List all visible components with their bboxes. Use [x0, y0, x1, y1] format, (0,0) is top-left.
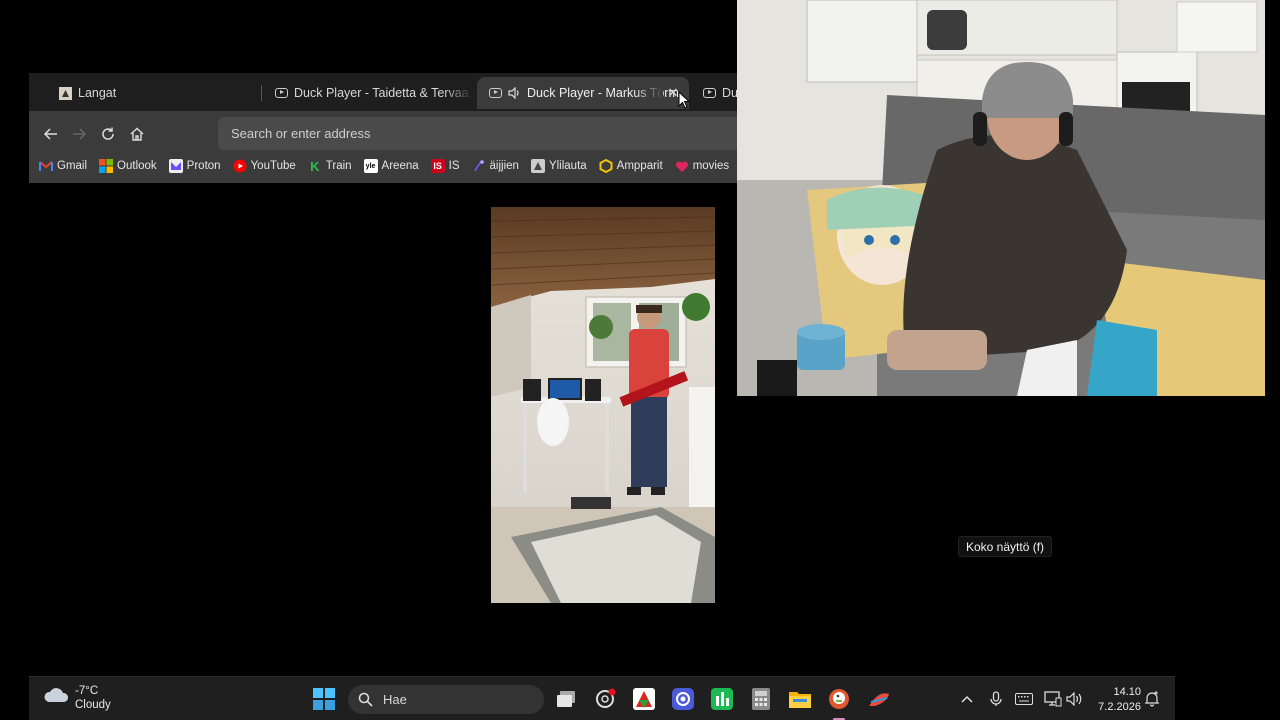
address-placeholder: Search or enter address [231, 126, 371, 141]
areena-icon: yle [363, 159, 378, 173]
is-icon: IS [430, 159, 445, 173]
youtube-icon [233, 159, 247, 173]
weather-temperature: -7°C [75, 685, 99, 697]
weather-widget[interactable]: -7°C Cloudy [43, 684, 111, 712]
address-bar[interactable]: Search or enter address [218, 117, 758, 150]
bookmark-train[interactable]: K Train [308, 158, 351, 174]
back-icon[interactable] [40, 123, 62, 145]
thread-icon [59, 86, 72, 100]
file-explorer-icon[interactable] [788, 687, 812, 711]
tab-duck-player-1[interactable]: Duck Player - Taidetta & Tervaa, Ca [263, 77, 473, 109]
speaker-icon[interactable] [508, 87, 521, 100]
network-icon[interactable] [1043, 689, 1063, 709]
forward-icon[interactable] [68, 123, 90, 145]
bookmark-movies[interactable]: movies [675, 159, 729, 173]
notifications-icon[interactable] [1142, 689, 1162, 709]
ylilauta-icon [530, 159, 545, 173]
duck-player-video[interactable] [491, 207, 715, 603]
remote-app-icon[interactable] [867, 687, 891, 711]
search-placeholder: Hae [383, 692, 407, 707]
tab-label: Langat [78, 86, 117, 100]
home-icon[interactable] [126, 123, 148, 145]
tab-label: Duc [722, 86, 737, 100]
microphone-icon[interactable] [986, 689, 1006, 709]
ampparit-icon [599, 159, 613, 173]
screen-recorder-icon[interactable] [671, 687, 695, 711]
weather-description: Cloudy [75, 699, 111, 711]
bookmarks-bar: Gmail Outlook Proton YouTube K Train yle… [39, 155, 741, 177]
taskbar-search[interactable]: Hae [348, 685, 544, 714]
acrobat-icon[interactable] [632, 687, 656, 711]
browser-toolbar: Search or enter address Gmail Outlook Pr… [29, 111, 758, 183]
spreadsheet-app-icon[interactable] [710, 687, 734, 711]
webcam-overlay [737, 0, 1265, 396]
outlook-icon [99, 159, 114, 173]
tab-langat[interactable]: Langat [47, 77, 259, 109]
heart-icon [675, 159, 689, 173]
reload-icon[interactable] [97, 123, 119, 145]
proton-icon [168, 159, 183, 173]
bookmark-proton[interactable]: Proton [168, 159, 221, 173]
tab-strip: Langat Duck Player - Taidetta & Tervaa, … [29, 73, 737, 111]
train-icon: K [310, 158, 320, 174]
clock[interactable]: 14.10 7.2.2026 [1091, 685, 1141, 715]
volume-icon[interactable] [1065, 689, 1085, 709]
calculator-icon[interactable] [749, 687, 773, 711]
bookmark-ampparit[interactable]: Ampparit [599, 159, 663, 173]
chevron-up-icon[interactable] [957, 689, 977, 709]
windows-start-icon[interactable] [312, 687, 336, 711]
task-view-icon[interactable] [554, 687, 578, 711]
chatgpt-icon[interactable] [593, 687, 617, 711]
bookmark-is[interactable]: IS IS [430, 159, 460, 173]
tab-duck-player-3[interactable]: Duc [691, 77, 737, 109]
gmail-icon [39, 159, 53, 173]
search-icon [358, 692, 373, 707]
keyboard-icon[interactable] [1014, 689, 1034, 709]
video-icon [489, 87, 502, 100]
clock-date: 7.2.2026 [1098, 701, 1141, 713]
bookmark-areena[interactable]: yle Areena [363, 159, 419, 173]
clock-time: 14.10 [1113, 686, 1141, 698]
video-icon [275, 87, 288, 100]
bookmark-ylilauta[interactable]: Ylilauta [530, 159, 587, 173]
duckduckgo-browser-icon[interactable] [827, 687, 851, 711]
tab-separator [261, 85, 262, 101]
video-icon [703, 87, 716, 100]
tab-duck-player-active[interactable]: Duck Player - Markus Törm ✕ [477, 77, 689, 109]
bookmark-aijjien[interactable]: äijjien [472, 159, 519, 173]
bookmark-outlook[interactable]: Outlook [99, 159, 157, 173]
bookmark-youtube[interactable]: YouTube [233, 159, 296, 173]
aijjien-icon [472, 159, 486, 173]
cloud-icon [43, 686, 69, 711]
browser-window: Langat Duck Player - Taidetta & Tervaa, … [29, 73, 758, 183]
bookmark-gmail[interactable]: Gmail [39, 159, 87, 173]
fullscreen-tooltip: Koko näyttö (f) [958, 536, 1053, 557]
taskbar: -7°C Cloudy Hae 14.10 7.2.2026 [29, 676, 1175, 720]
mouse-cursor-icon [678, 90, 691, 114]
